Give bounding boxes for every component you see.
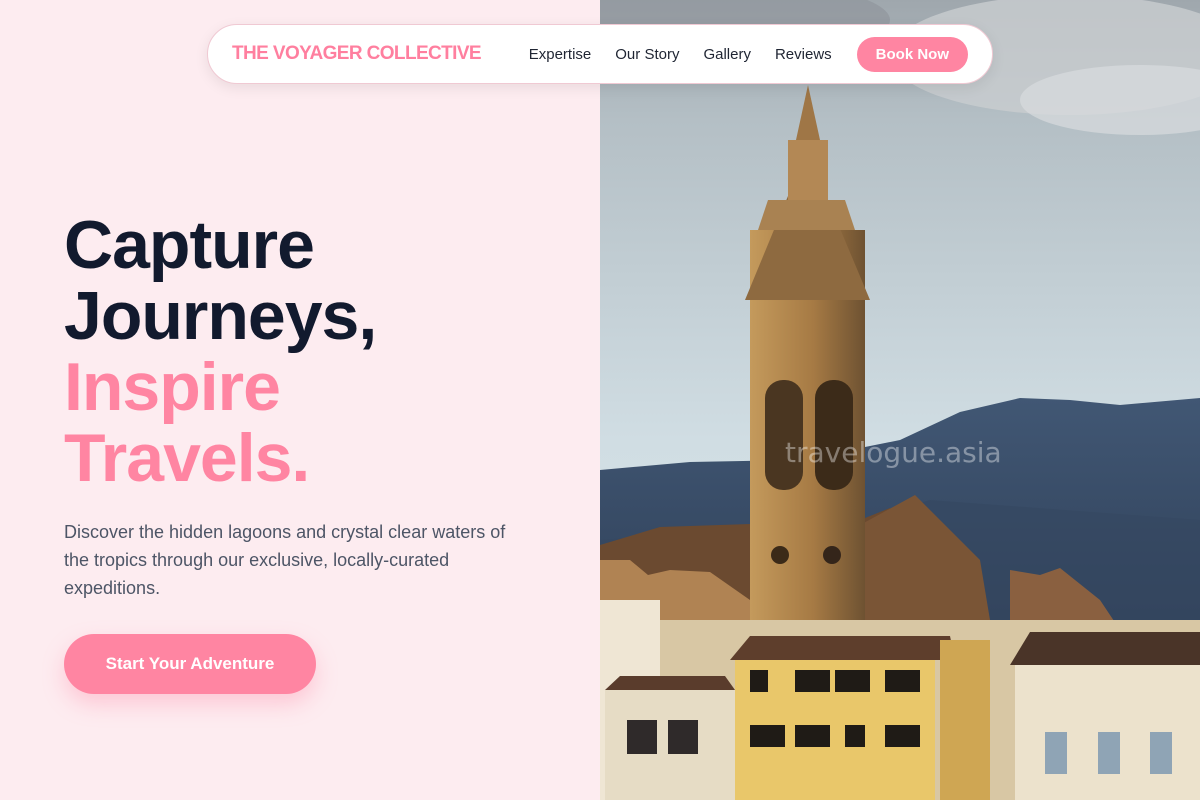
hero-title-line-1: Capture <box>64 207 315 283</box>
hero-photo: travelogue.asia <box>600 0 1200 800</box>
hero-description: Discover the hidden lagoons and crystal … <box>64 522 506 598</box>
hero-left-panel: Capture Journeys, Inspire Travels. Disco… <box>0 0 600 800</box>
nav-link-our-story[interactable]: Our Story <box>615 46 679 63</box>
florence-cityscape-image <box>600 0 1200 800</box>
book-now-button[interactable]: Book Now <box>856 36 968 72</box>
brand-logo[interactable]: THE VOYAGER COLLECTIVE <box>232 43 482 65</box>
hero-title-line-2: Journeys, <box>64 278 377 354</box>
nav-link-gallery[interactable]: Gallery <box>703 46 751 63</box>
hero-title-line-3: Inspire <box>64 349 281 425</box>
start-adventure-button[interactable]: Start Your Adventure <box>64 634 316 694</box>
hero-title: Capture Journeys, Inspire Travels. <box>64 207 377 496</box>
top-navigation: THE VOYAGER COLLECTIVE Expertise Our Sto… <box>207 24 993 84</box>
photo-watermark: travelogue.asia <box>785 436 1002 469</box>
hero-title-line-4: Travels. <box>64 420 310 496</box>
nav-link-expertise[interactable]: Expertise <box>529 46 592 63</box>
nav-link-reviews[interactable]: Reviews <box>775 46 832 63</box>
